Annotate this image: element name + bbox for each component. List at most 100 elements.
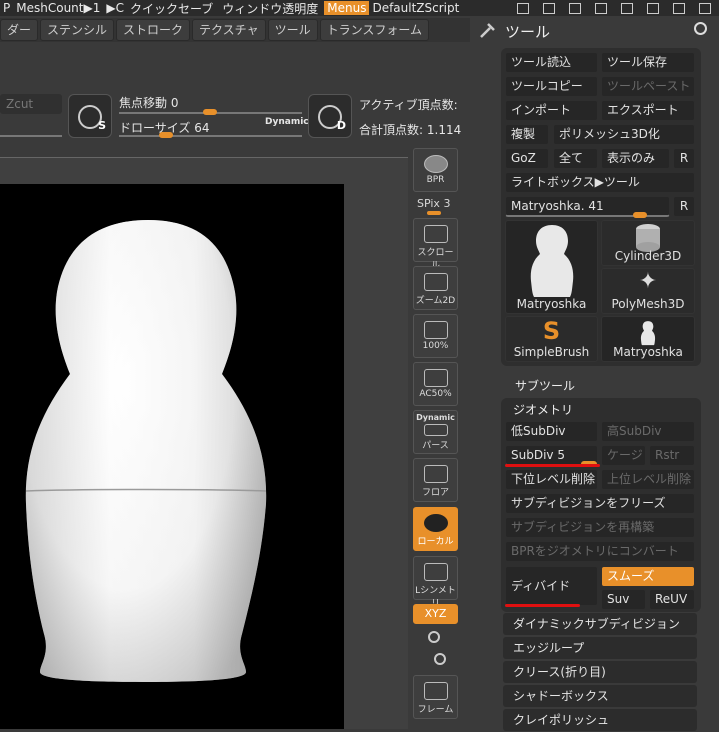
export-button[interactable]: エクスポート <box>601 100 695 121</box>
refresh-icon[interactable] <box>694 22 707 35</box>
frame-label: フレーム <box>417 705 454 715</box>
suv-toggle[interactable]: Suv <box>601 589 646 610</box>
scroll-button[interactable]: スクロール <box>413 218 458 271</box>
clone-button[interactable]: 複製 <box>505 124 549 145</box>
s-button-label: S <box>98 119 106 132</box>
tool-copy-button[interactable]: ツールコピー <box>505 76 598 97</box>
spix-label: SPix <box>417 197 440 210</box>
layout-icon[interactable] <box>543 2 555 14</box>
zoom2d-button[interactable]: ズーム2D <box>413 266 458 310</box>
layout3-icon[interactable] <box>595 2 607 14</box>
total-points-value: 1.114 <box>426 123 462 137</box>
menus-button[interactable]: Menus <box>324 1 370 15</box>
bpr-icon <box>423 155 448 173</box>
geometry-section-header[interactable]: ジオメトリ <box>513 401 573 418</box>
right-toolbar: BPR SPix 3 スクロール ズーム2D 100% AC50% Dynami… <box>410 145 462 729</box>
zcut-field[interactable]: Zcut <box>0 94 62 114</box>
stroke-s-button[interactable]: S <box>68 94 112 138</box>
matryoshka-thumb-icon <box>530 225 573 297</box>
dynamic-persp-label: Dynamic <box>416 413 455 422</box>
spix-slider[interactable]: SPix 3 <box>417 197 450 210</box>
topbar-item-p[interactable]: P <box>0 1 13 15</box>
menu-texture[interactable]: テクスチャ <box>192 19 266 41</box>
tool-r-button[interactable]: R <box>673 196 695 217</box>
lsym-button[interactable]: Lシンメトリ <box>413 556 458 609</box>
section-dynamic-subdiv[interactable]: ダイナミックサブディビジョン <box>503 613 697 635</box>
subdiv-value: 5 <box>557 448 565 462</box>
draw-size-label: ドローサイズ <box>119 121 191 135</box>
floor-icon <box>423 465 448 483</box>
menu-render[interactable]: ダー <box>0 19 39 41</box>
current-tool-knob[interactable] <box>633 212 647 218</box>
reuv-toggle[interactable]: ReUV <box>649 589 695 610</box>
spix-knob[interactable] <box>427 211 441 215</box>
delete-higher-button[interactable]: 上位レベル削除 <box>601 469 695 490</box>
cage-button[interactable]: ケージ <box>601 445 646 466</box>
actual-size-button[interactable]: 100% <box>413 314 458 358</box>
bpr-label: BPR <box>426 175 445 185</box>
tool-save-button[interactable]: ツール保存 <box>601 52 695 73</box>
focal-shift-slider[interactable]: 焦点移動 0 <box>119 94 178 111</box>
subtool-section-header[interactable]: サブツール <box>515 377 575 394</box>
menu-tool[interactable]: ツール <box>267 19 318 41</box>
rotate-z-icon[interactable] <box>434 653 446 665</box>
convert-bpr-button[interactable]: BPRをジオメトリにコンバート <box>505 541 695 562</box>
make-polymesh-button[interactable]: ポリメッシュ3D化 <box>553 124 695 145</box>
smooth-toggle[interactable]: スムーズ <box>601 566 695 587</box>
lower-subdiv-button[interactable]: 低SubDiv <box>505 421 598 442</box>
tool-thumb-matryoshka[interactable]: Matryoshka <box>505 220 598 314</box>
floor-button[interactable]: フロア <box>413 458 458 502</box>
focal-shift-knob[interactable] <box>203 109 217 115</box>
minimize-icon[interactable] <box>647 2 659 14</box>
menu-transform[interactable]: トランスフォーム <box>319 19 429 41</box>
divide-button[interactable]: ディバイド <box>505 566 598 606</box>
section-shadowbox[interactable]: シャドーボックス <box>503 685 697 707</box>
goz-button[interactable]: GoZ <box>505 148 549 169</box>
rotate-y-icon[interactable] <box>428 631 440 643</box>
goz-r-button[interactable]: R <box>673 148 695 169</box>
section-claypolish[interactable]: クレイポリッシュ <box>503 709 697 731</box>
viewport-canvas[interactable] <box>0 184 344 729</box>
layout2-icon[interactable] <box>569 2 581 14</box>
local-icon <box>423 514 448 532</box>
tool-paste-button[interactable]: ツールペースト <box>601 76 695 97</box>
menu-stencil[interactable]: ステンシル <box>40 19 115 41</box>
higher-subdiv-button[interactable]: 高SubDiv <box>601 421 695 442</box>
restore-icon[interactable] <box>673 2 685 14</box>
topbar-item-c[interactable]: ▶C <box>103 1 127 15</box>
slider-icon[interactable] <box>517 2 529 14</box>
close-icon[interactable] <box>699 2 711 14</box>
window-transparency-slider[interactable]: ウィンドウ透明度 <box>216 0 324 16</box>
delete-lower-button[interactable]: 下位レベル削除 <box>505 469 598 490</box>
frame-icon <box>423 682 448 700</box>
draw-size-knob[interactable] <box>159 132 173 138</box>
tool-thumb-matryoshka-2[interactable]: Matryoshka <box>601 316 695 362</box>
ac50-button[interactable]: AC50% <box>413 362 458 406</box>
goz-all-button[interactable]: 全て <box>553 148 598 169</box>
reconstruct-subdiv-button[interactable]: サブディビジョンを再構築 <box>505 517 695 538</box>
default-zscript-button[interactable]: DefaultZScript <box>369 1 462 15</box>
stroke-d-button[interactable]: D <box>308 94 352 138</box>
lightbox-tools-button[interactable]: ライトボックス▶ツール <box>505 172 695 193</box>
tool-thumb-polymesh3d[interactable]: ✦ PolyMesh3D <box>601 268 695 314</box>
section-edge-loop[interactable]: エッジループ <box>503 637 697 659</box>
tool-thumb-cylinder3d[interactable]: Cylinder3D <box>601 220 695 266</box>
floor-label: フロア <box>421 488 449 498</box>
quicksave-button[interactable]: クイックセーブ <box>127 0 216 16</box>
tool-thumb-simplebrush[interactable]: S SimpleBrush <box>505 316 598 362</box>
tool-load-button[interactable]: ツール読込 <box>505 52 598 73</box>
import-button[interactable]: インポート <box>505 100 598 121</box>
xyz-button[interactable]: XYZ <box>413 604 458 624</box>
frame-button[interactable]: フレーム <box>413 675 458 719</box>
menu-stroke[interactable]: ストローク <box>116 19 191 41</box>
goz-visible-button[interactable]: 表示のみ <box>601 148 670 169</box>
topbar-item-meshcount[interactable]: MeshCount▶1 <box>13 1 103 15</box>
local-button[interactable]: ローカル <box>413 507 458 551</box>
section-crease[interactable]: クリース(折り目) <box>503 661 697 683</box>
perspective-button[interactable]: Dynamic パース <box>413 410 458 454</box>
rstr-button[interactable]: Rstr <box>649 445 695 466</box>
freeze-subdiv-button[interactable]: サブディビジョンをフリーズ <box>505 493 695 514</box>
dynamic-toggle[interactable]: Dynamic <box>265 117 309 127</box>
bpr-button[interactable]: BPR <box>413 148 458 192</box>
lock-icon[interactable] <box>621 2 633 14</box>
